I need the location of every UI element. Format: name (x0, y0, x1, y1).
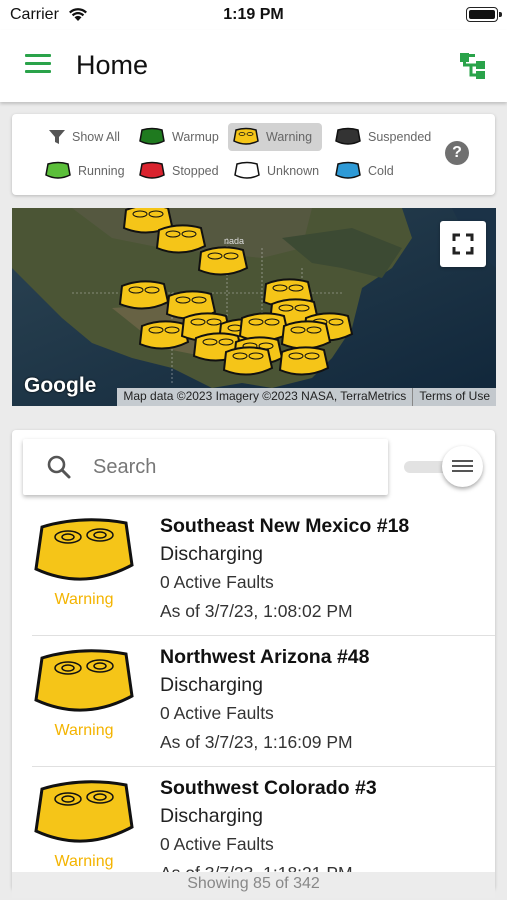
filter-icon (49, 130, 65, 144)
status-bar: Carrier 1:19 PM (0, 0, 507, 30)
legend-label: Suspended (368, 130, 432, 144)
google-logo: Google (24, 374, 97, 397)
hierarchy-icon[interactable] (459, 52, 487, 80)
legend-label: Show All (72, 130, 120, 144)
site-list-card: Warning Southeast New Mexico #18 Dischar… (12, 430, 495, 890)
battery-unknown-icon (234, 161, 260, 179)
row-status-label: Warning (54, 853, 114, 870)
legend-cold[interactable]: Cold (334, 157, 394, 185)
site-name: Southwest Colorado #3 (160, 777, 377, 799)
site-row[interactable]: Warning Southeast New Mexico #18 Dischar… (12, 505, 495, 636)
row-status-label: Warning (54, 722, 114, 739)
legend-label: Cold (368, 164, 394, 178)
legend-stopped[interactable]: Stopped (138, 157, 219, 185)
help-button[interactable]: ? (445, 141, 469, 165)
search-icon (47, 455, 71, 479)
map-view[interactable]: nada Google Map data ©2023 Imagery ©2023… (12, 208, 496, 406)
site-timestamp: As of 3/7/23, 1:16:09 PM (160, 732, 353, 752)
site-name: Southeast New Mexico #18 (160, 515, 410, 537)
legend-unknown[interactable]: Unknown (233, 157, 319, 185)
fullscreen-icon (452, 233, 474, 255)
fullscreen-button[interactable] (440, 221, 486, 267)
site-state: Discharging (160, 543, 263, 565)
site-timestamp: As of 3/7/23, 1:08:02 PM (160, 601, 353, 621)
battery-icon (466, 7, 502, 22)
terms-of-use-link[interactable]: Terms of Use (413, 388, 496, 406)
legend-running[interactable]: Running (44, 157, 125, 185)
site-faults: 0 Active Faults (160, 834, 274, 854)
legend-suspended[interactable]: Suspended (334, 123, 431, 151)
legend-warning[interactable]: Warning (228, 123, 323, 151)
battery-warning-icon (34, 518, 134, 581)
battery-warmup-icon (139, 127, 165, 145)
list-options-button[interactable] (442, 446, 483, 487)
status-time: 1:19 PM (223, 6, 284, 23)
legend-label: Warmup (172, 130, 219, 144)
battery-running-icon (45, 161, 71, 179)
legend-show-all[interactable]: Show All (48, 123, 120, 151)
hamburger-menu-button[interactable] (25, 54, 51, 76)
site-state: Discharging (160, 805, 263, 827)
row-status-label: Warning (54, 591, 114, 608)
status-legend: Show All Warmup Warning Suspended Runnin… (12, 114, 495, 195)
legend-label: Stopped (172, 164, 219, 178)
site-faults: 0 Active Faults (160, 572, 274, 592)
search-input[interactable] (93, 455, 353, 479)
battery-warning-icon (233, 127, 259, 145)
search-bar (23, 439, 388, 495)
legend-label: Running (78, 164, 125, 178)
site-row[interactable]: Warning Northwest Arizona #48 Dischargin… (12, 636, 495, 767)
legend-label: Unknown (267, 164, 320, 178)
page-title: Home (76, 50, 149, 80)
map-data-credit: Map data ©2023 Imagery ©2023 NASA, Terra… (117, 388, 413, 406)
legend-warmup[interactable]: Warmup (138, 123, 219, 151)
nav-bar: Home (0, 30, 507, 102)
result-count: Showing 85 of 342 (12, 872, 495, 898)
site-faults: 0 Active Faults (160, 703, 274, 723)
battery-cold-icon (335, 161, 361, 179)
battery-warning-icon (34, 780, 134, 843)
legend-label: Warning (266, 130, 313, 144)
battery-stopped-icon (139, 161, 165, 179)
battery-suspended-icon (335, 127, 361, 145)
site-state: Discharging (160, 674, 263, 696)
map-attribution: Map data ©2023 Imagery ©2023 NASA, Terra… (117, 388, 496, 406)
battery-warning-icon (34, 649, 134, 712)
site-name: Northwest Arizona #48 (160, 646, 370, 668)
